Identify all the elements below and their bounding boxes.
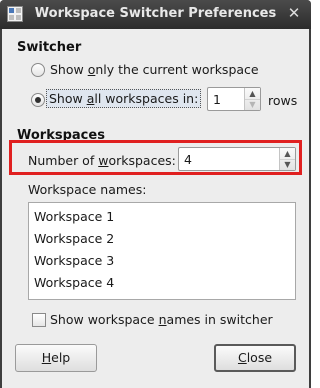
number-of-workspaces-value[interactable]: 4 — [184, 152, 192, 167]
radio-show-current[interactable] — [31, 63, 45, 77]
close-button[interactable]: Close — [214, 344, 296, 372]
radio-show-all[interactable] — [31, 93, 45, 107]
show-current-label[interactable]: Show only the current workspace — [50, 62, 259, 77]
list-item[interactable]: Workspace 4 — [34, 275, 114, 290]
workspaces-decrement-icon[interactable]: ▼ — [280, 159, 295, 170]
preferences-window: Workspace Switcher Preferences ✕ Switche… — [0, 0, 311, 388]
rows-value[interactable]: 1 — [213, 92, 221, 107]
show-all-label[interactable]: Show all workspaces in: — [46, 89, 202, 108]
workspaces-stepper: ▲ ▼ — [279, 148, 295, 170]
number-of-workspaces-spinbutton[interactable]: 4 ▲ ▼ — [178, 147, 296, 171]
number-of-workspaces-label: Number of workspaces: — [28, 153, 176, 168]
list-item[interactable]: Workspace 1 — [34, 209, 114, 224]
switcher-heading: Switcher — [17, 40, 82, 55]
title-bar[interactable]: Workspace Switcher Preferences ✕ — [0, 0, 311, 29]
list-item[interactable]: Workspace 2 — [34, 231, 114, 246]
rows-label: rows — [268, 93, 298, 108]
help-button[interactable]: Help — [15, 344, 97, 372]
rows-decrement-icon[interactable]: ▼ — [245, 99, 260, 110]
workspace-names-label: Workspace names: — [28, 182, 147, 197]
window-title: Workspace Switcher Preferences — [34, 6, 277, 21]
close-window-icon[interactable]: ✕ — [285, 4, 303, 22]
show-names-checkbox[interactable] — [32, 313, 46, 327]
rows-stepper: ▲ ▼ — [244, 88, 260, 110]
workspace-names-list[interactable]: Workspace 1 Workspace 2 Workspace 3 Work… — [28, 202, 296, 300]
list-item[interactable]: Workspace 3 — [34, 253, 114, 268]
show-names-label[interactable]: Show workspace names in switcher — [50, 312, 273, 327]
rows-spinbutton[interactable]: 1 ▲ ▼ — [207, 87, 261, 111]
